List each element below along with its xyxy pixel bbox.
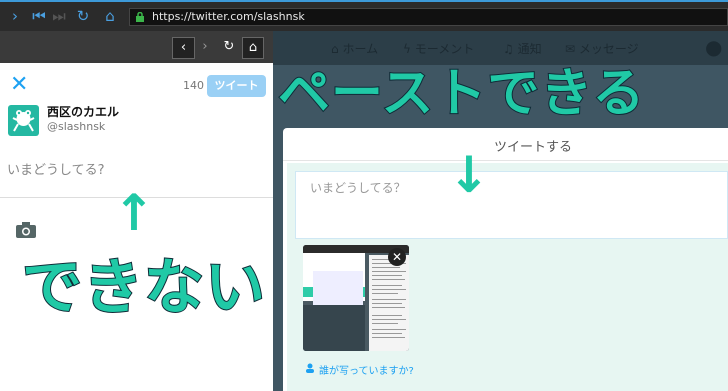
left-toolbar: ‹ › ↻ ⌂	[0, 31, 273, 63]
first-icon[interactable]: ⏮	[30, 7, 48, 25]
forward-icon[interactable]: ›	[196, 37, 214, 57]
reload-icon[interactable]: ↻	[220, 37, 238, 57]
camera-icon[interactable]	[15, 221, 37, 239]
back-icon[interactable]: ‹	[172, 37, 195, 59]
user-name: 西区のカエル	[47, 105, 120, 119]
last-icon[interactable]: ⏭	[50, 7, 68, 25]
char-count: 140	[183, 79, 204, 92]
address-bar[interactable]: https://twitter.com/slashnsk	[129, 8, 728, 26]
person-icon	[306, 363, 314, 373]
tweet-button[interactable]: ツイート	[207, 75, 266, 97]
nav-messages-label: メッセージ	[578, 42, 639, 56]
paste-annotation: ペーストできる	[277, 63, 646, 125]
top-nav: ⌂ ホーム ϟ モーメント ♫ 通知 ✉ メッセージ ●	[273, 31, 728, 65]
tweet-placeholder: いまどうしてる？	[310, 181, 406, 195]
profile-icon[interactable]: ●	[705, 35, 722, 59]
nav-messages[interactable]: ✉ メッセージ	[565, 40, 639, 57]
tag-people-link[interactable]: 誰が写っていますか?	[305, 362, 414, 377]
arrow-up-icon: ↑	[113, 184, 155, 242]
tweet-input[interactable]: いまどうしてる？	[295, 171, 728, 239]
modal-title: ツイートする	[493, 140, 572, 155]
home-icon[interactable]: ⌂	[242, 37, 264, 59]
tag-people-label: 誰が写っていますか?	[319, 366, 414, 377]
lock-icon	[136, 12, 144, 22]
forward-icon[interactable]: ›	[6, 7, 24, 25]
nav-home-label: ホーム	[342, 42, 379, 56]
arrow-down-icon: ↓	[448, 146, 490, 204]
cannot-annotation: できない	[21, 252, 266, 324]
compose-area: いまどうしてる？ ✕ 誰が写っていますか?	[287, 163, 728, 391]
url-text: https://twitter.com/slashnsk	[152, 10, 305, 23]
close-icon[interactable]: ✕	[10, 74, 28, 96]
nav-notifications-label: 通知	[517, 42, 542, 56]
home-icon[interactable]: ⌂	[101, 7, 119, 25]
user-handle: @slashnsk	[47, 120, 106, 133]
nav-home[interactable]: ⌂ ホーム	[331, 40, 378, 57]
avatar[interactable]	[8, 105, 39, 136]
nav-moments[interactable]: ϟ モーメント	[403, 40, 474, 57]
remove-image-icon[interactable]: ✕	[388, 248, 406, 266]
divider	[283, 160, 728, 161]
browser-toolbar: › ⏮ ⏭ ↻ ⌂ https://twitter.com/slashnsk	[0, 0, 728, 31]
tweet-input[interactable]: いまどうしてる?	[7, 159, 105, 178]
reload-icon[interactable]: ↻	[74, 7, 92, 25]
frog-icon	[12, 110, 35, 132]
nav-moments-label: モーメント	[414, 42, 475, 56]
nav-notifications[interactable]: ♫ 通知	[503, 40, 542, 57]
tweet-modal: ツイートする いまどうしてる？ ✕ 誰が写っていますか?	[283, 128, 728, 391]
